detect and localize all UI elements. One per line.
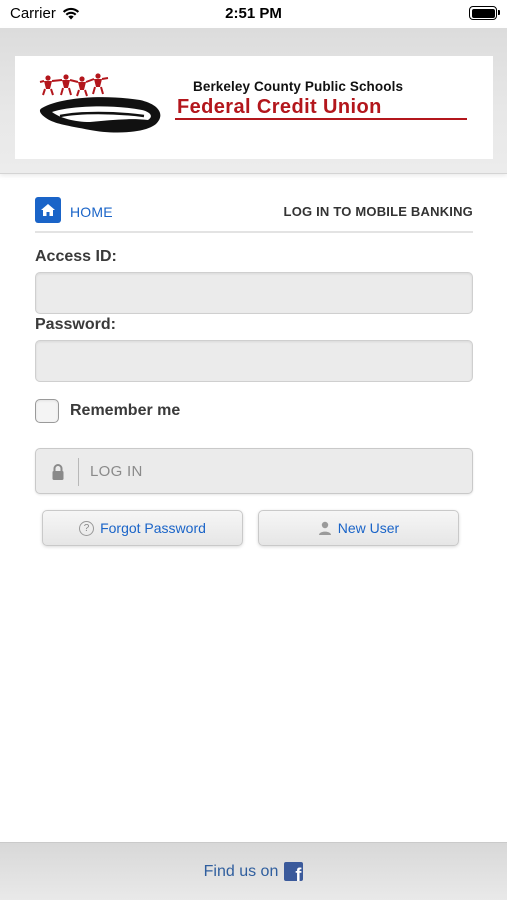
facebook-icon[interactable]: f [284, 862, 304, 881]
forgot-password-label: Forgot Password [100, 520, 206, 536]
password-label: Password: [35, 316, 116, 333]
nav-row: HOME LOG IN TO MOBILE BANKING [35, 197, 473, 233]
login-separator [78, 458, 79, 486]
remember-me-label[interactable]: Remember me [70, 402, 180, 420]
new-user-button[interactable]: New User [258, 510, 459, 546]
footer-text[interactable]: Find us on [204, 863, 279, 881]
question-circle-icon: ? [79, 520, 95, 536]
login-button[interactable]: LOG IN [35, 448, 473, 494]
home-link[interactable]: HOME [70, 204, 113, 220]
home-icon [41, 204, 55, 216]
access-id-label: Access ID: [35, 248, 117, 265]
home-button[interactable] [35, 197, 61, 223]
forgot-password-button[interactable]: ? Forgot Password [42, 510, 243, 546]
status-time: 2:51 PM [225, 5, 282, 22]
logo: Berkeley County Public Schools Federal C… [15, 56, 493, 159]
logo-line1: Berkeley County Public Schools [193, 79, 404, 94]
user-icon [318, 521, 331, 535]
lock-icon [52, 464, 64, 480]
hands-logo-graphic [39, 73, 161, 133]
remember-me-checkbox[interactable] [35, 399, 59, 423]
remember-me-row[interactable]: Remember me [35, 398, 180, 424]
logo-underline [175, 118, 467, 120]
status-bar: Carrier 2:51 PM [0, 0, 507, 28]
password-input[interactable] [35, 340, 473, 382]
page-title: LOG IN TO MOBILE BANKING [283, 204, 473, 219]
access-id-input[interactable] [35, 272, 473, 314]
logo-line2: Federal Credit Union [177, 96, 382, 118]
login-label: LOG IN [90, 463, 143, 480]
battery-icon [469, 6, 500, 20]
footer[interactable]: Find us on f [0, 842, 507, 900]
new-user-label: New User [337, 520, 400, 536]
header-band: Berkeley County Public Schools Federal C… [0, 28, 507, 174]
